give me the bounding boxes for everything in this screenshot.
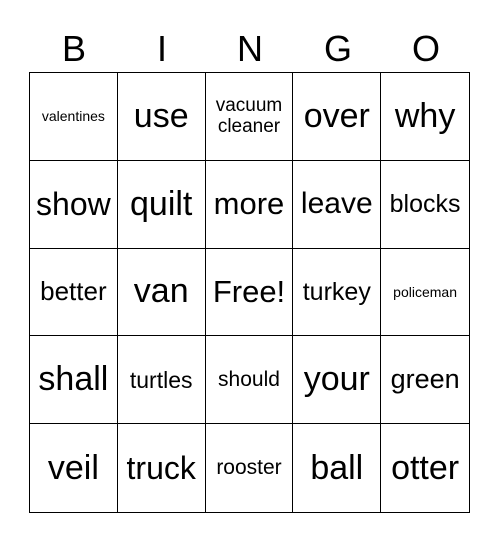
bingo-cell[interactable]: policeman: [381, 249, 469, 337]
header-letter-o: O: [411, 28, 440, 69]
cell-word: blocks: [389, 189, 461, 218]
bingo-cell[interactable]: otter: [381, 424, 469, 512]
bingo-cell[interactable]: Free!: [205, 248, 294, 337]
cell-word: more: [213, 186, 285, 222]
bingo-cell[interactable]: blocks: [381, 161, 469, 249]
header-letter-b: B: [61, 28, 86, 69]
cell-word: over: [303, 96, 370, 135]
bingo-cell[interactable]: use: [117, 73, 206, 161]
cell-word: use: [133, 96, 189, 135]
header-letter-i: I: [156, 28, 167, 69]
header-letter-n: N: [237, 28, 263, 69]
bingo-cell[interactable]: shall: [30, 336, 118, 425]
bingo-cell[interactable]: more: [205, 160, 294, 249]
bingo-cell[interactable]: ball: [293, 424, 382, 512]
bingo-cell[interactable]: van: [117, 248, 206, 337]
bingo-grid: valentines use vacuum cleaner over why show qu…: [29, 72, 470, 513]
cell-word: Free!: [212, 274, 286, 310]
bingo-cell[interactable]: quilt: [117, 160, 206, 249]
cell-word: otter: [391, 448, 460, 487]
bingo-cell[interactable]: turkey: [293, 248, 382, 337]
bingo-cell[interactable]: valentines: [30, 73, 118, 161]
cell-word: vacuum cleaner: [215, 94, 283, 138]
cell-word: policeman: [393, 283, 457, 300]
cell-word: your: [303, 360, 370, 399]
cell-word: truck: [126, 449, 196, 486]
cell-word: better: [40, 276, 107, 307]
bingo-cell[interactable]: why: [381, 73, 469, 161]
bingo-cell[interactable]: over: [293, 73, 382, 161]
cell-word: veil: [47, 448, 99, 487]
cell-word: ball: [310, 448, 364, 487]
bingo-cell[interactable]: better: [30, 248, 118, 337]
cell-word: quilt: [130, 184, 193, 223]
cell-word: show: [36, 185, 111, 222]
bingo-cell[interactable]: rooster: [206, 424, 294, 512]
bingo-cell[interactable]: should: [205, 336, 294, 425]
cell-word: valentines: [41, 108, 105, 125]
header-letter-g: G: [323, 28, 352, 69]
bingo-cell[interactable]: leave: [293, 160, 382, 249]
bingo-cell[interactable]: green: [381, 336, 469, 425]
cell-word: turkey: [302, 277, 371, 306]
bingo-cell[interactable]: turtles: [117, 336, 206, 425]
cell-word: van: [133, 272, 189, 311]
bingo-cell[interactable]: truck: [118, 424, 206, 512]
cell-word: green: [390, 364, 460, 395]
cell-word: should: [218, 367, 280, 391]
cell-word: turtles: [129, 366, 193, 393]
bingo-cell[interactable]: vacuum cleaner: [205, 73, 294, 161]
cell-word: shall: [38, 360, 109, 399]
bingo-cell[interactable]: your: [293, 336, 382, 425]
bingo-cell[interactable]: veil: [30, 424, 118, 512]
cell-word: rooster: [216, 456, 282, 480]
bingo-header: B I N G O: [30, 27, 470, 71]
cell-word: why: [394, 96, 456, 135]
cell-word: leave: [300, 186, 373, 220]
bingo-cell[interactable]: show: [30, 160, 118, 249]
